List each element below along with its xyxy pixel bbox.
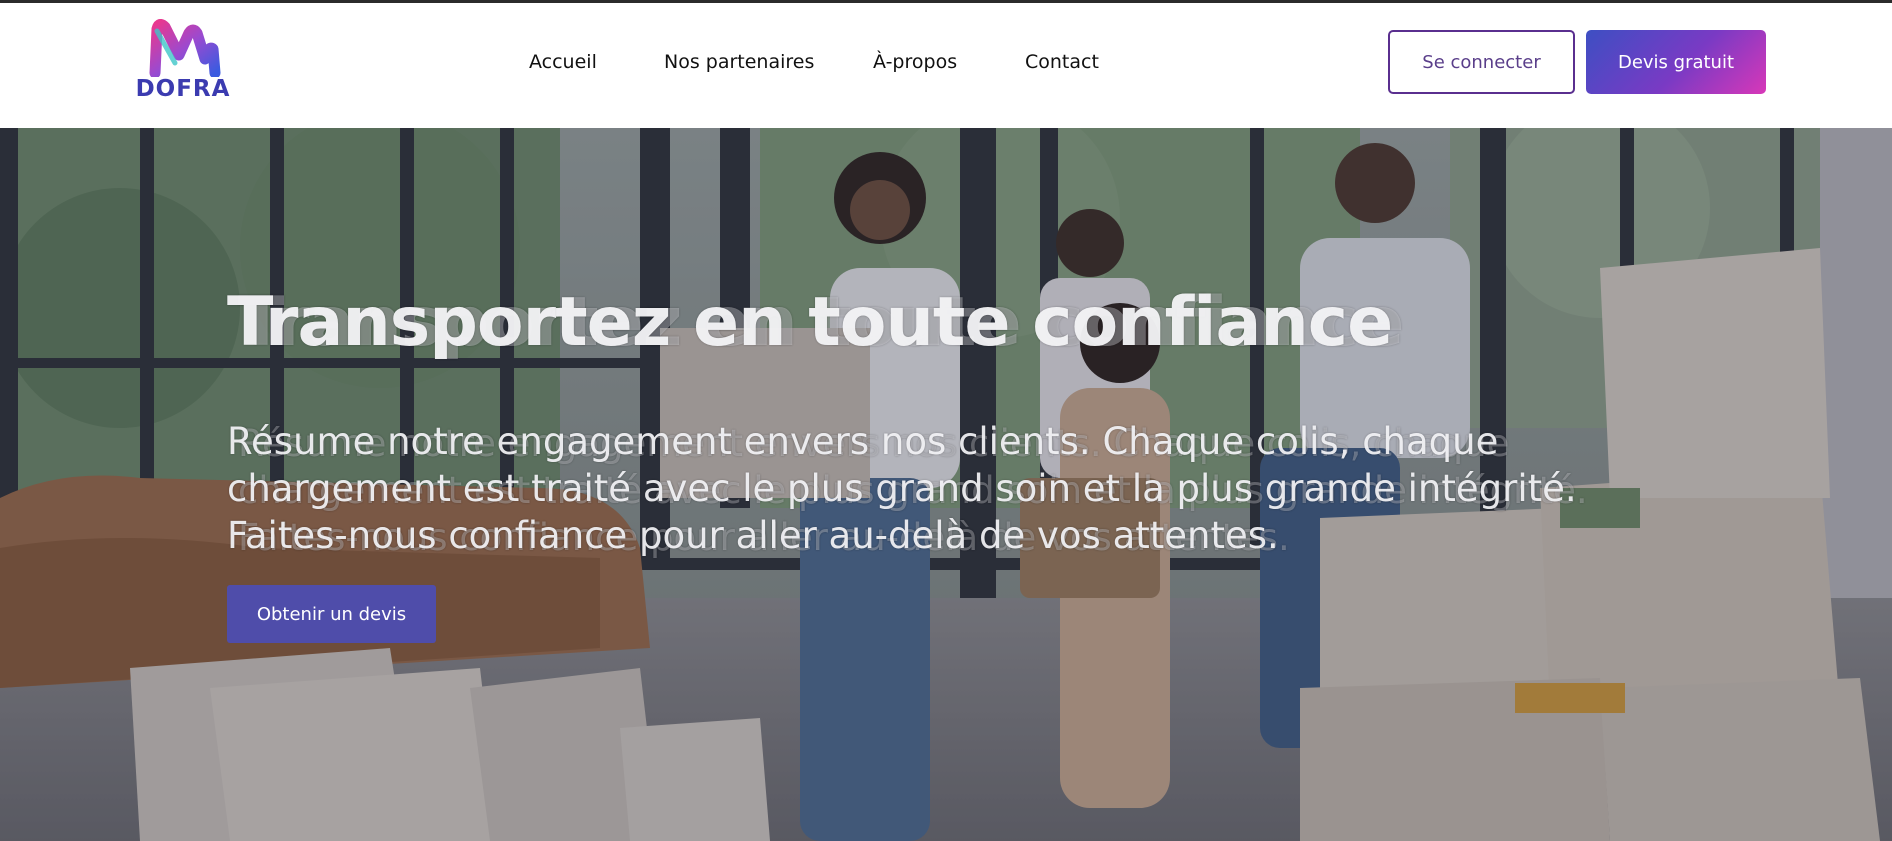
free-quote-button[interactable]: Devis gratuit [1586,30,1766,94]
logo-mark-icon [149,19,221,77]
login-button[interactable]: Se connecter [1388,30,1575,94]
hero-title: Transportez en toute confiance [227,283,1393,362]
nav-link-partenaires[interactable]: Nos partenaires [664,51,814,73]
brand-name: DOFRA [135,76,231,102]
nav-link-contact[interactable]: Contact [1025,51,1099,73]
hero-text: Résume notre engagement envers nos clien… [227,420,1577,557]
site-header: DOFRA Accueil Nos partenaires À-propos C… [0,3,1892,128]
nav-link-a-propos[interactable]: À-propos [873,51,957,73]
brand-logo[interactable]: DOFRA [135,19,231,103]
hero-section: Transportez en toute confiance Transport… [0,128,1892,841]
get-quote-button[interactable]: Obtenir un devis [227,585,436,643]
nav-link-accueil[interactable]: Accueil [529,51,597,73]
